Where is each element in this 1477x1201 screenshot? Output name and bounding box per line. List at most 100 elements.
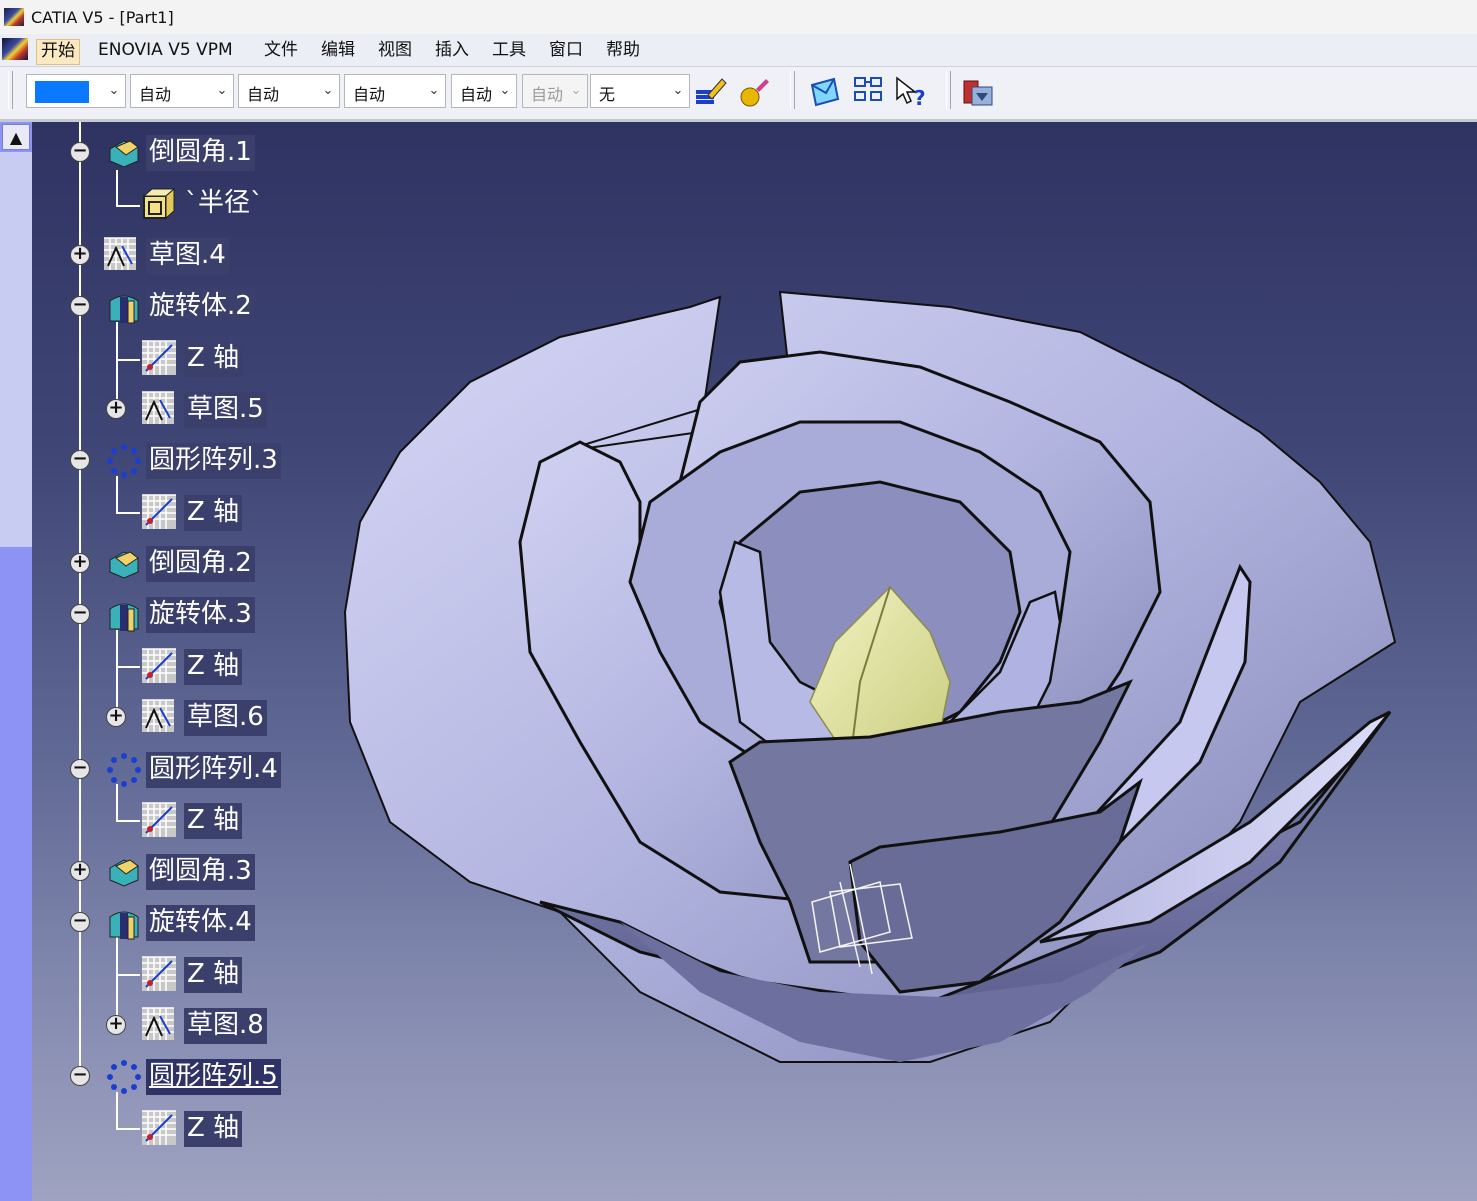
catalog-browser-icon[interactable] [962,75,996,109]
collapse-icon[interactable]: − [70,1066,90,1086]
axis-icon [142,956,176,991]
transparency-combo[interactable]: 自动 ⌄ [130,74,234,108]
tree-branch-line [116,820,140,822]
transparency-value: 自动 [139,85,172,104]
toolbar-grip[interactable] [790,71,795,109]
grid-nodes-icon[interactable] [852,75,886,109]
point-symbol-value: 自动 [460,85,493,104]
tree-branch-line [116,476,118,512]
tree-label[interactable]: Z 轴 [184,1111,243,1147]
linewidth-value: 自动 [247,85,280,104]
collapse-icon[interactable]: − [70,604,90,624]
toolbar-grip[interactable] [8,71,13,109]
layer-combo[interactable]: 无 ⌄ [590,74,690,108]
3d-viewport[interactable]: ▲ − 倒圆角.1 `半径` + 草图.4 − 旋转体.2 Z 轴 + 草图.5… [0,122,1477,1201]
tree-label[interactable]: 草图.5 [184,392,267,428]
chevron-down-icon: ⌄ [428,83,440,98]
chevron-down-icon: ⌄ [108,83,120,98]
tree-label[interactable]: 圆形阵列.4 [146,752,281,788]
title-bar: CATIA V5 - [Part1] [0,0,1477,34]
tree-label[interactable]: 倒圆角.1 [146,135,255,171]
expand-icon[interactable]: + [106,707,126,727]
circular-pattern-icon [107,1060,141,1094]
toolbar-grip[interactable] [946,71,951,109]
tree-label[interactable]: 倒圆角.3 [146,854,255,890]
tree-label[interactable]: 圆形阵列.3 [146,443,281,479]
menu-start[interactable]: 开始 [36,39,80,65]
tree-label[interactable]: Z 轴 [184,341,243,377]
expand-icon[interactable]: + [106,399,126,419]
linewidth-combo[interactable]: 自动 ⌄ [238,74,340,108]
tree-label[interactable]: 旋转体.3 [146,597,255,633]
chevron-down-icon: ⌄ [672,83,684,98]
color-combo[interactable]: ⌄ [26,74,126,108]
tree-label[interactable]: 倒圆角.2 [146,546,255,582]
tree-branch-line [116,937,118,1023]
tree-label[interactable]: 旋转体.2 [146,289,255,325]
tree-label[interactable]: 草图.8 [184,1008,267,1044]
collapse-icon[interactable]: − [70,450,90,470]
window-title: CATIA V5 - [Part1] [31,8,174,27]
revolve-icon [109,911,139,940]
axis-icon [142,1110,176,1145]
apply-material-icon[interactable] [738,75,772,109]
fillet-icon [109,859,139,887]
tree-scrollbar[interactable]: ▲ [0,122,32,1201]
expand-icon[interactable]: + [70,553,90,573]
linetype-combo[interactable]: 自动 ⌄ [344,74,446,108]
tree-label[interactable]: 旋转体.4 [146,905,255,941]
menu-file[interactable]: 文件 [260,39,302,63]
axis-icon [142,648,176,683]
whats-this-icon[interactable]: ? [894,75,928,109]
fillet-icon [109,551,139,579]
menu-view[interactable]: 视图 [374,39,416,63]
tree-label[interactable]: `半径` [182,186,266,222]
menu-insert[interactable]: 插入 [431,39,473,63]
catia-app-icon [4,8,24,26]
painter-brush-icon[interactable] [694,75,728,109]
tree-label[interactable]: 草图.4 [146,238,229,274]
graphic-properties-toolbar: ⌄ 自动 ⌄ 自动 ⌄ 自动 ⌄ 自动 ⌄ 自动 ⌄ 无 ⌄ ? [0,67,1477,122]
tree-label[interactable]: Z 轴 [184,495,243,531]
catia-menu-icon[interactable] [2,38,28,60]
tree-branch-line [116,359,140,361]
collapse-icon[interactable]: − [70,296,90,316]
tree-branch-line [116,205,140,207]
tree-label[interactable]: Z 轴 [184,803,243,839]
tree-branch-line [116,1092,118,1128]
scroll-up-button[interactable]: ▲ [2,124,30,150]
chevron-down-icon: ⌄ [216,83,228,98]
expand-icon[interactable]: + [70,861,90,881]
expand-icon[interactable]: + [106,1015,126,1035]
menu-enovia[interactable]: ENOVIA V5 VPM [94,39,237,63]
point-symbol-combo[interactable]: 自动 ⌄ [451,74,517,108]
tree-branch-line [116,630,118,716]
axis-icon [142,340,176,375]
tree-branch-line [116,512,140,514]
linetype-value: 自动 [353,85,386,104]
layer-value: 无 [599,85,616,104]
tree-label[interactable]: 草图.6 [184,700,267,736]
menu-edit[interactable]: 编辑 [317,39,359,63]
menu-tools[interactable]: 工具 [488,39,530,63]
tree-label[interactable]: Z 轴 [184,957,243,993]
menu-bar: 开始 ENOVIA V5 VPM 文件 编辑 视图 插入 工具 窗口 帮助 [0,34,1477,67]
collapse-icon[interactable]: − [70,759,90,779]
expand-icon[interactable]: + [70,245,90,265]
menu-help[interactable]: 帮助 [602,39,644,63]
chevron-down-icon: ⌄ [570,83,582,98]
render-style-combo[interactable]: 自动 ⌄ [522,74,588,108]
scrollbar-thumb[interactable] [0,152,32,547]
menu-window[interactable]: 窗口 [545,39,587,63]
envelope-icon[interactable] [808,75,842,109]
tree-label[interactable]: Z 轴 [184,649,243,685]
circular-pattern-icon [107,444,141,478]
collapse-icon[interactable]: − [70,912,90,932]
collapse-icon[interactable]: − [70,142,90,162]
sketch-icon [104,237,136,270]
axis-icon [142,494,176,529]
chevron-down-icon: ⌄ [322,83,334,98]
revolve-icon [109,603,139,632]
revolve-icon [109,295,139,324]
tree-label[interactable]: 圆形阵列.5 [146,1059,281,1095]
